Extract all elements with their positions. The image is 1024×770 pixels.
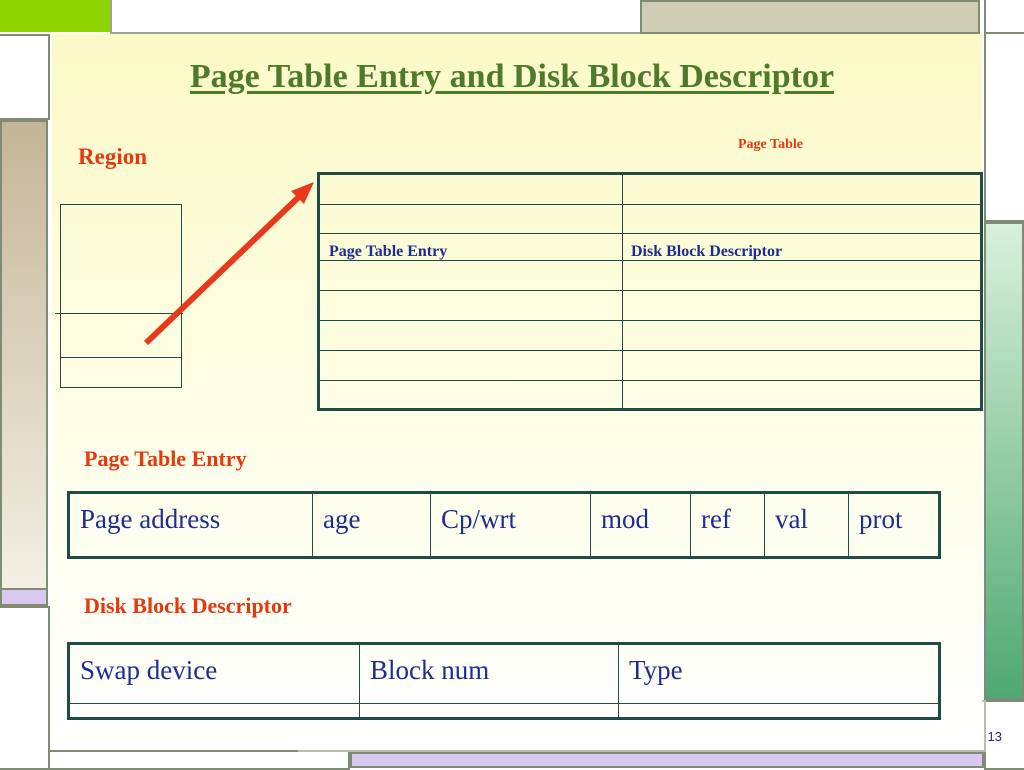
dbd-field-type: Type (629, 655, 683, 685)
pte-section-label: Page Table Entry (84, 446, 247, 471)
page-table-row-divider (320, 380, 980, 381)
page-table-col-divider (622, 175, 623, 408)
page-table-row-divider (320, 320, 980, 321)
arrow-shaft (143, 190, 306, 346)
pte-field-table: Page address age Cp/wrt mod ref val prot (67, 491, 941, 559)
page-table-row-divider (320, 350, 980, 351)
page-table-row-divider (320, 204, 980, 205)
dbd-field-block-num: Block num (360, 645, 619, 717)
page-table-label: Page Table (738, 137, 803, 152)
dbd-section-label: Disk Block Descriptor (84, 593, 292, 618)
dbd-field-table: Swap device Block num Type (67, 642, 941, 720)
pte-field-age: age (313, 494, 431, 556)
dbd-bottom-rule (70, 703, 938, 704)
pte-field-val: val (765, 494, 849, 556)
pte-field-page-address: Page address (70, 494, 313, 556)
pte-field-cp-wrt: Cp/wrt (431, 494, 591, 556)
disk-block-descriptor-label: Disk Block Descriptor (631, 243, 783, 260)
pte-field-ref: ref (691, 494, 765, 556)
page-table-row-divider (320, 290, 980, 291)
page-table-entry-label: Page Table Entry (329, 243, 448, 260)
page-table-row-divider (320, 233, 980, 234)
pte-field-mod: mod (591, 494, 691, 556)
dbd-field-swap-device: Swap device (70, 645, 360, 717)
page-table (317, 172, 983, 411)
pte-field-prot: prot (859, 504, 903, 534)
page-number: 13 (987, 729, 1002, 744)
